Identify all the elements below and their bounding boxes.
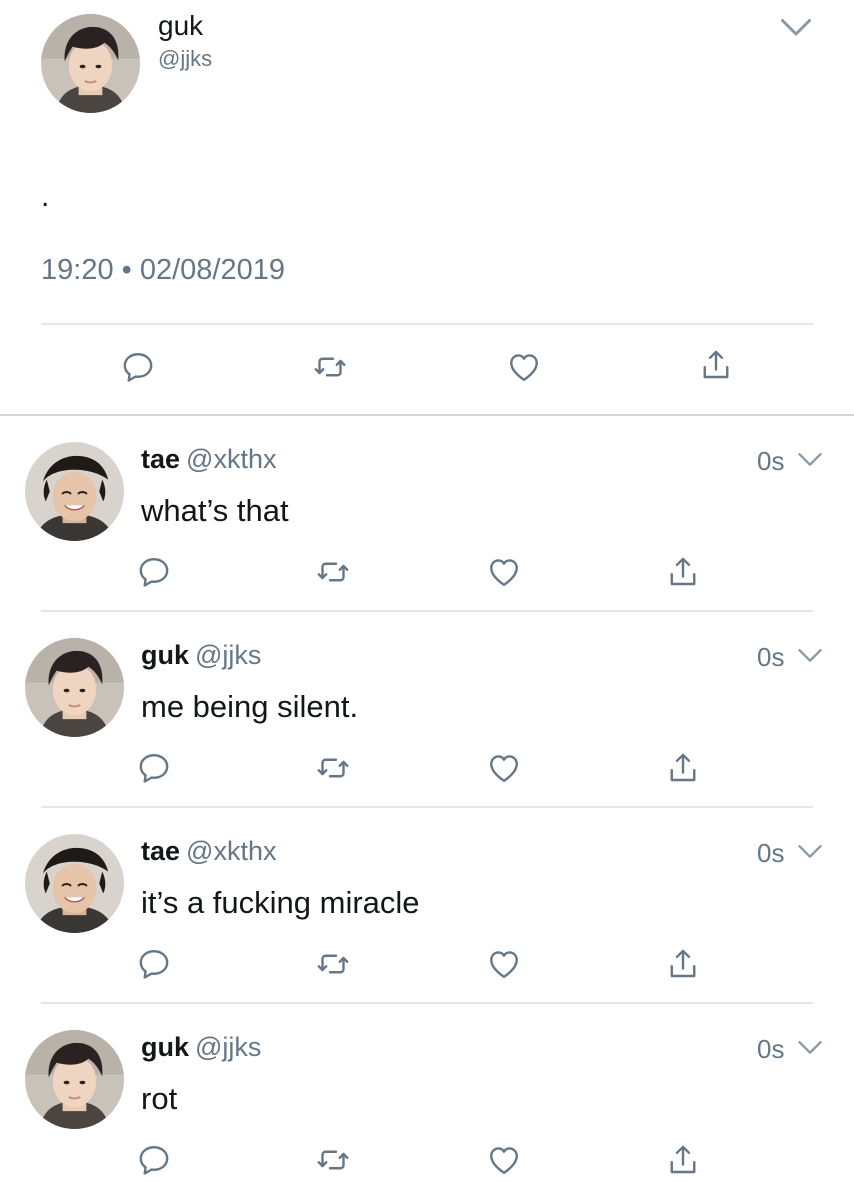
heart-icon [486, 1142, 522, 1178]
retweet-button[interactable] [313, 552, 353, 592]
author-handle[interactable]: @xkthx [186, 444, 276, 474]
reply-text: it’s a fucking miracle [141, 885, 420, 920]
avatar[interactable] [25, 1030, 124, 1129]
tweet-actions [0, 343, 854, 393]
avatar[interactable] [25, 638, 124, 737]
like-button[interactable] [484, 1140, 524, 1180]
speech-bubble-icon [120, 349, 156, 385]
author-name[interactable]: guk [141, 1032, 189, 1062]
share-button[interactable] [663, 748, 703, 788]
speech-bubble-icon [136, 1142, 172, 1178]
retweet-icon [315, 946, 351, 982]
tweet-timestamp: 19:20 • 02/08/2019 [41, 254, 285, 286]
author-handle[interactable]: @jjks [195, 640, 261, 670]
retweet-icon [315, 1142, 351, 1178]
avatar[interactable] [25, 834, 124, 933]
share-icon [665, 554, 701, 590]
avatar-image [25, 638, 124, 737]
retweet-icon [315, 750, 351, 786]
author-name[interactable]: guk [158, 10, 203, 42]
share-button[interactable] [663, 1140, 703, 1180]
heart-icon [486, 554, 522, 590]
author-name[interactable]: tae [141, 444, 180, 474]
retweet-button[interactable] [313, 944, 353, 984]
speech-bubble-icon [136, 750, 172, 786]
chevron-down-icon[interactable] [796, 842, 824, 864]
reply-tweet[interactable]: guk @jjks 0s rot [0, 1004, 854, 1200]
share-icon [665, 1142, 701, 1178]
reply-text: what’s that [141, 493, 289, 528]
share-icon [698, 347, 734, 383]
reply-tweet[interactable]: tae @xkthx 0s it’s a fucking miracle [0, 808, 854, 1004]
chevron-down-icon[interactable] [796, 1038, 824, 1060]
author-handle[interactable]: @jjks [158, 46, 212, 72]
heart-icon [486, 750, 522, 786]
retweet-button[interactable] [310, 347, 350, 387]
retweet-icon [312, 349, 348, 385]
tweet-actions [0, 748, 854, 792]
author-handle[interactable]: @xkthx [186, 836, 276, 866]
retweet-button[interactable] [313, 748, 353, 788]
avatar-image [25, 1030, 124, 1129]
chevron-down-icon[interactable] [796, 450, 824, 472]
reply-time: 0s [757, 1034, 785, 1064]
share-button[interactable] [663, 944, 703, 984]
tweet-actions [0, 552, 854, 596]
chevron-down-icon[interactable] [796, 646, 824, 668]
author-name[interactable]: tae [141, 836, 180, 866]
reply-button[interactable] [134, 748, 174, 788]
reply-button[interactable] [134, 552, 174, 592]
retweet-icon [315, 554, 351, 590]
chevron-down-icon[interactable] [778, 16, 814, 46]
retweet-button[interactable] [313, 1140, 353, 1180]
tweet-actions [0, 944, 854, 988]
like-button[interactable] [484, 944, 524, 984]
reply-tweet[interactable]: tae @xkthx 0s what’s that [0, 416, 854, 612]
reply-time: 0s [757, 838, 785, 868]
tweet-body: . [41, 180, 50, 213]
reply-text: me being silent. [141, 689, 359, 724]
avatar[interactable] [41, 14, 140, 113]
reply-button[interactable] [134, 944, 174, 984]
share-button[interactable] [696, 345, 736, 385]
reply-button[interactable] [118, 347, 158, 387]
avatar[interactable] [25, 442, 124, 541]
reply-tweet[interactable]: guk @jjks 0s me being silent. [0, 612, 854, 808]
divider [41, 323, 813, 325]
heart-icon [486, 946, 522, 982]
reply-time: 0s [757, 642, 785, 672]
reply-time: 0s [757, 446, 785, 476]
like-button[interactable] [484, 552, 524, 592]
avatar-image [41, 14, 140, 113]
share-icon [665, 946, 701, 982]
avatar-image [25, 834, 124, 933]
avatar-image [25, 442, 124, 541]
author-handle[interactable]: @jjks [195, 1032, 261, 1062]
main-tweet: guk @jjks . 19:20 • 02/08/2019 [0, 0, 854, 416]
reply-text: rot [141, 1081, 178, 1116]
share-icon [665, 750, 701, 786]
like-button[interactable] [484, 748, 524, 788]
speech-bubble-icon [136, 946, 172, 982]
tweet-actions [0, 1140, 854, 1184]
reply-button[interactable] [134, 1140, 174, 1180]
speech-bubble-icon [136, 554, 172, 590]
share-button[interactable] [663, 552, 703, 592]
author-name[interactable]: guk [141, 640, 189, 670]
like-button[interactable] [504, 347, 544, 387]
heart-icon [506, 349, 542, 385]
